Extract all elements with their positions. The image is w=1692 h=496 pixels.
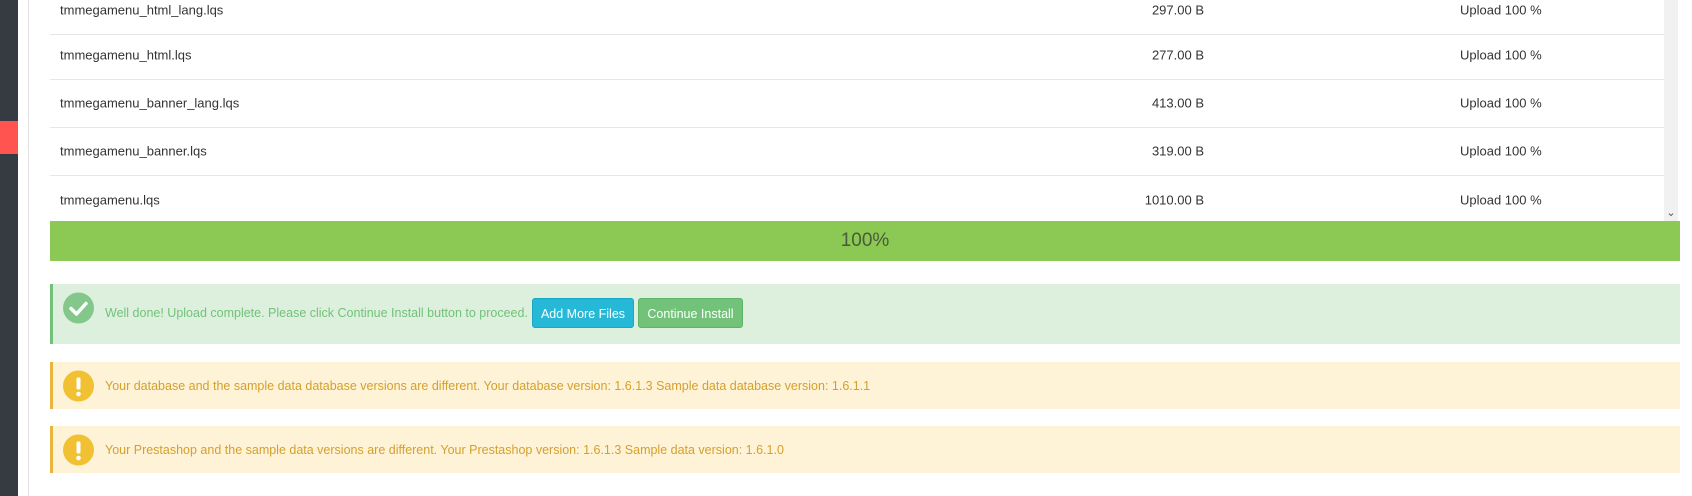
panel-border — [28, 0, 29, 496]
file-size: 297.00 B — [1151, 2, 1204, 18]
exclamation-circle-icon — [63, 434, 94, 465]
database-version-warning: Your database and the sample data databa… — [50, 362, 1680, 409]
chevron-down-icon[interactable]: ⌄ — [1664, 205, 1678, 221]
success-message: Well done! Upload complete. Please click… — [105, 306, 528, 320]
file-name: tmmegamenu_banner_lang.lqs — [60, 95, 240, 111]
file-size: 277.00 B — [1151, 47, 1204, 63]
file-size: 1010.00 B — [1144, 192, 1204, 208]
add-more-files-button[interactable]: Add More Files — [532, 298, 634, 328]
progress-label: 100% — [840, 230, 890, 251]
table-row: tmmegamenu_banner_lang.lqs 413.00 B Uplo… — [50, 79, 1664, 128]
table-row: tmmegamenu_banner.lqs 319.00 B Upload 10… — [50, 127, 1664, 176]
table-row: tmmegamenu_html_lang.lqs 297.00 B Upload… — [50, 0, 1664, 35]
table-row: tmmegamenu_html.lqs 277.00 B Upload 100 … — [50, 31, 1664, 80]
table-row: tmmegamenu.lqs 1010.00 B Upload 100 % — [50, 176, 1664, 221]
upload-status: Upload 100 % — [1460, 47, 1542, 63]
upload-status: Upload 100 % — [1460, 192, 1542, 208]
warning-message: Your Prestashop and the sample data vers… — [105, 442, 784, 457]
file-name: tmmegamenu_banner.lqs — [60, 143, 207, 159]
file-size: 319.00 B — [1151, 143, 1204, 159]
file-name: tmmegamenu_html_lang.lqs — [60, 2, 224, 18]
upload-status: Upload 100 % — [1460, 143, 1542, 159]
check-circle-icon — [63, 292, 94, 324]
upload-status: Upload 100 % — [1460, 95, 1542, 111]
prestashop-version-warning: Your Prestashop and the sample data vers… — [50, 426, 1680, 473]
file-size: 413.00 B — [1151, 95, 1204, 111]
table-scrollbar[interactable] — [1664, 0, 1678, 221]
uploaded-files-table: tmmegamenu_html_lang.lqs 297.00 B Upload… — [50, 0, 1664, 221]
file-name: tmmegamenu_html.lqs — [60, 47, 192, 63]
continue-install-button[interactable]: Continue Install — [638, 298, 743, 328]
upload-progress-bar: 100% — [50, 221, 1680, 261]
file-name: tmmegamenu.lqs — [60, 192, 160, 208]
upload-status: Upload 100 % — [1460, 2, 1542, 18]
admin-sidebar — [0, 0, 18, 496]
sidebar-active-indicator — [0, 121, 18, 154]
warning-message: Your database and the sample data databa… — [105, 378, 871, 393]
success-alert: Well done! Upload complete. Please click… — [50, 284, 1680, 344]
exclamation-circle-icon — [63, 370, 94, 401]
